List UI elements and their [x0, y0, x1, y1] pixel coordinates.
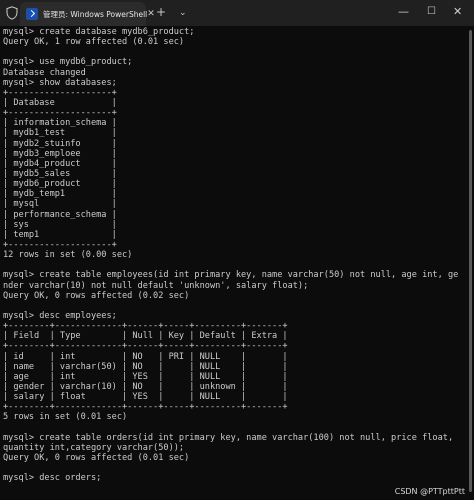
- terminal-line: | sys |: [3, 219, 117, 230]
- terminal-line: nder varchar(10) not null default 'unkno…: [3, 280, 309, 291]
- minimize-button[interactable]: —: [398, 5, 409, 19]
- terminal-line: mysql> desc employees;: [3, 310, 117, 321]
- new-tab-button[interactable]: +: [156, 6, 166, 18]
- title-bar[interactable]: 管理员: Windows PowerShell ✕ + ⌄ — ☐ ✕: [0, 0, 474, 26]
- terminal-line: | mydb3_emploee |: [3, 148, 117, 159]
- terminal-line: Database changed: [3, 67, 86, 78]
- terminal-line: | name | varchar(50) | NO | | NULL | |: [3, 361, 288, 372]
- terminal-line: mysql> use mydb6_product;: [3, 57, 133, 68]
- terminal-line: 5 rows in set (0.01 sec): [3, 412, 128, 423]
- terminal-line: | mydb_temp1 |: [3, 189, 117, 200]
- chevron-down-icon[interactable]: ⌄: [179, 8, 187, 18]
- terminal-line: Query OK, 0 rows affected (0.02 sec): [3, 290, 190, 301]
- tab-title: 管理员: Windows PowerShell: [43, 9, 148, 19]
- terminal-line: | Field | Type | Null | Key | Default | …: [3, 331, 288, 342]
- terminal-line: | mydb2_stuinfo |: [3, 138, 117, 149]
- terminal-output[interactable]: mysql> create database mydb6_product; Que…: [3, 27, 463, 497]
- close-button[interactable]: ✕: [453, 5, 462, 19]
- tab-close-icon[interactable]: ✕: [147, 9, 155, 19]
- scrollbar[interactable]: [466, 30, 472, 492]
- terminal-line: | mydb5_sales |: [3, 168, 117, 179]
- terminal-line: mysql> create database mydb6_product;: [3, 27, 195, 37]
- terminal-line: | temp1 |: [3, 229, 117, 240]
- terminal-line: | id | int | NO | PRI | NULL | |: [3, 351, 288, 362]
- terminal-line: | mydb6_product |: [3, 179, 117, 190]
- terminal-line: | information_schema |: [3, 118, 117, 129]
- terminal-line: | gender | varchar(10) | NO | | unknown …: [3, 381, 288, 392]
- terminal-line: | Database |: [3, 97, 117, 108]
- terminal-line: | mydb1_test |: [3, 128, 117, 139]
- terminal-line: +--------+-------------+------+-----+---…: [3, 341, 288, 352]
- terminal-line: +--------------------+: [3, 108, 117, 119]
- shield-icon: [6, 6, 18, 20]
- powershell-window: 管理员: Windows PowerShell ✕ + ⌄ — ☐ ✕ mysq…: [0, 0, 474, 500]
- terminal-line: mysql> create table orders(id int primar…: [3, 432, 454, 443]
- terminal-line: +--------------------+: [3, 87, 117, 98]
- terminal-line: Query OK, 1 row affected (0.01 sec): [3, 37, 185, 48]
- scrollbar-thumb[interactable]: [469, 30, 472, 492]
- terminal-line: +--------------------+: [3, 239, 117, 250]
- terminal-line: | performance_schema |: [3, 209, 117, 220]
- terminal-line: | salary | float | YES | | NULL | |: [3, 392, 288, 403]
- terminal-line: Query OK, 0 rows affected (0.01 sec): [3, 452, 190, 463]
- terminal-line: quantity int,category varchar(50));: [3, 442, 185, 453]
- watermark: CSDN @PTTpttPtt: [394, 487, 465, 496]
- terminal-line: mysql> show databases;: [3, 77, 117, 88]
- terminal-line: mysql> desc orders;: [3, 473, 102, 484]
- terminal-line: mysql> create table employees(id int pri…: [3, 270, 459, 281]
- terminal-line: | mysql |: [3, 199, 117, 210]
- terminal-line: +--------+-------------+------+-----+---…: [3, 321, 288, 332]
- terminal-text: mysql> create database mydb6_product; Que…: [3, 27, 463, 483]
- terminal-line: | age | int | YES | | NULL | |: [3, 371, 288, 382]
- powershell-icon: [26, 8, 38, 20]
- terminal-line: 12 rows in set (0.00 sec): [3, 250, 133, 261]
- maximize-button[interactable]: ☐: [427, 5, 436, 19]
- tab-powershell[interactable]: 管理员: Windows PowerShell ✕: [20, 2, 155, 26]
- terminal-line: | mydb4_product |: [3, 158, 117, 169]
- terminal-line: +--------+-------------+------+-----+---…: [3, 402, 288, 413]
